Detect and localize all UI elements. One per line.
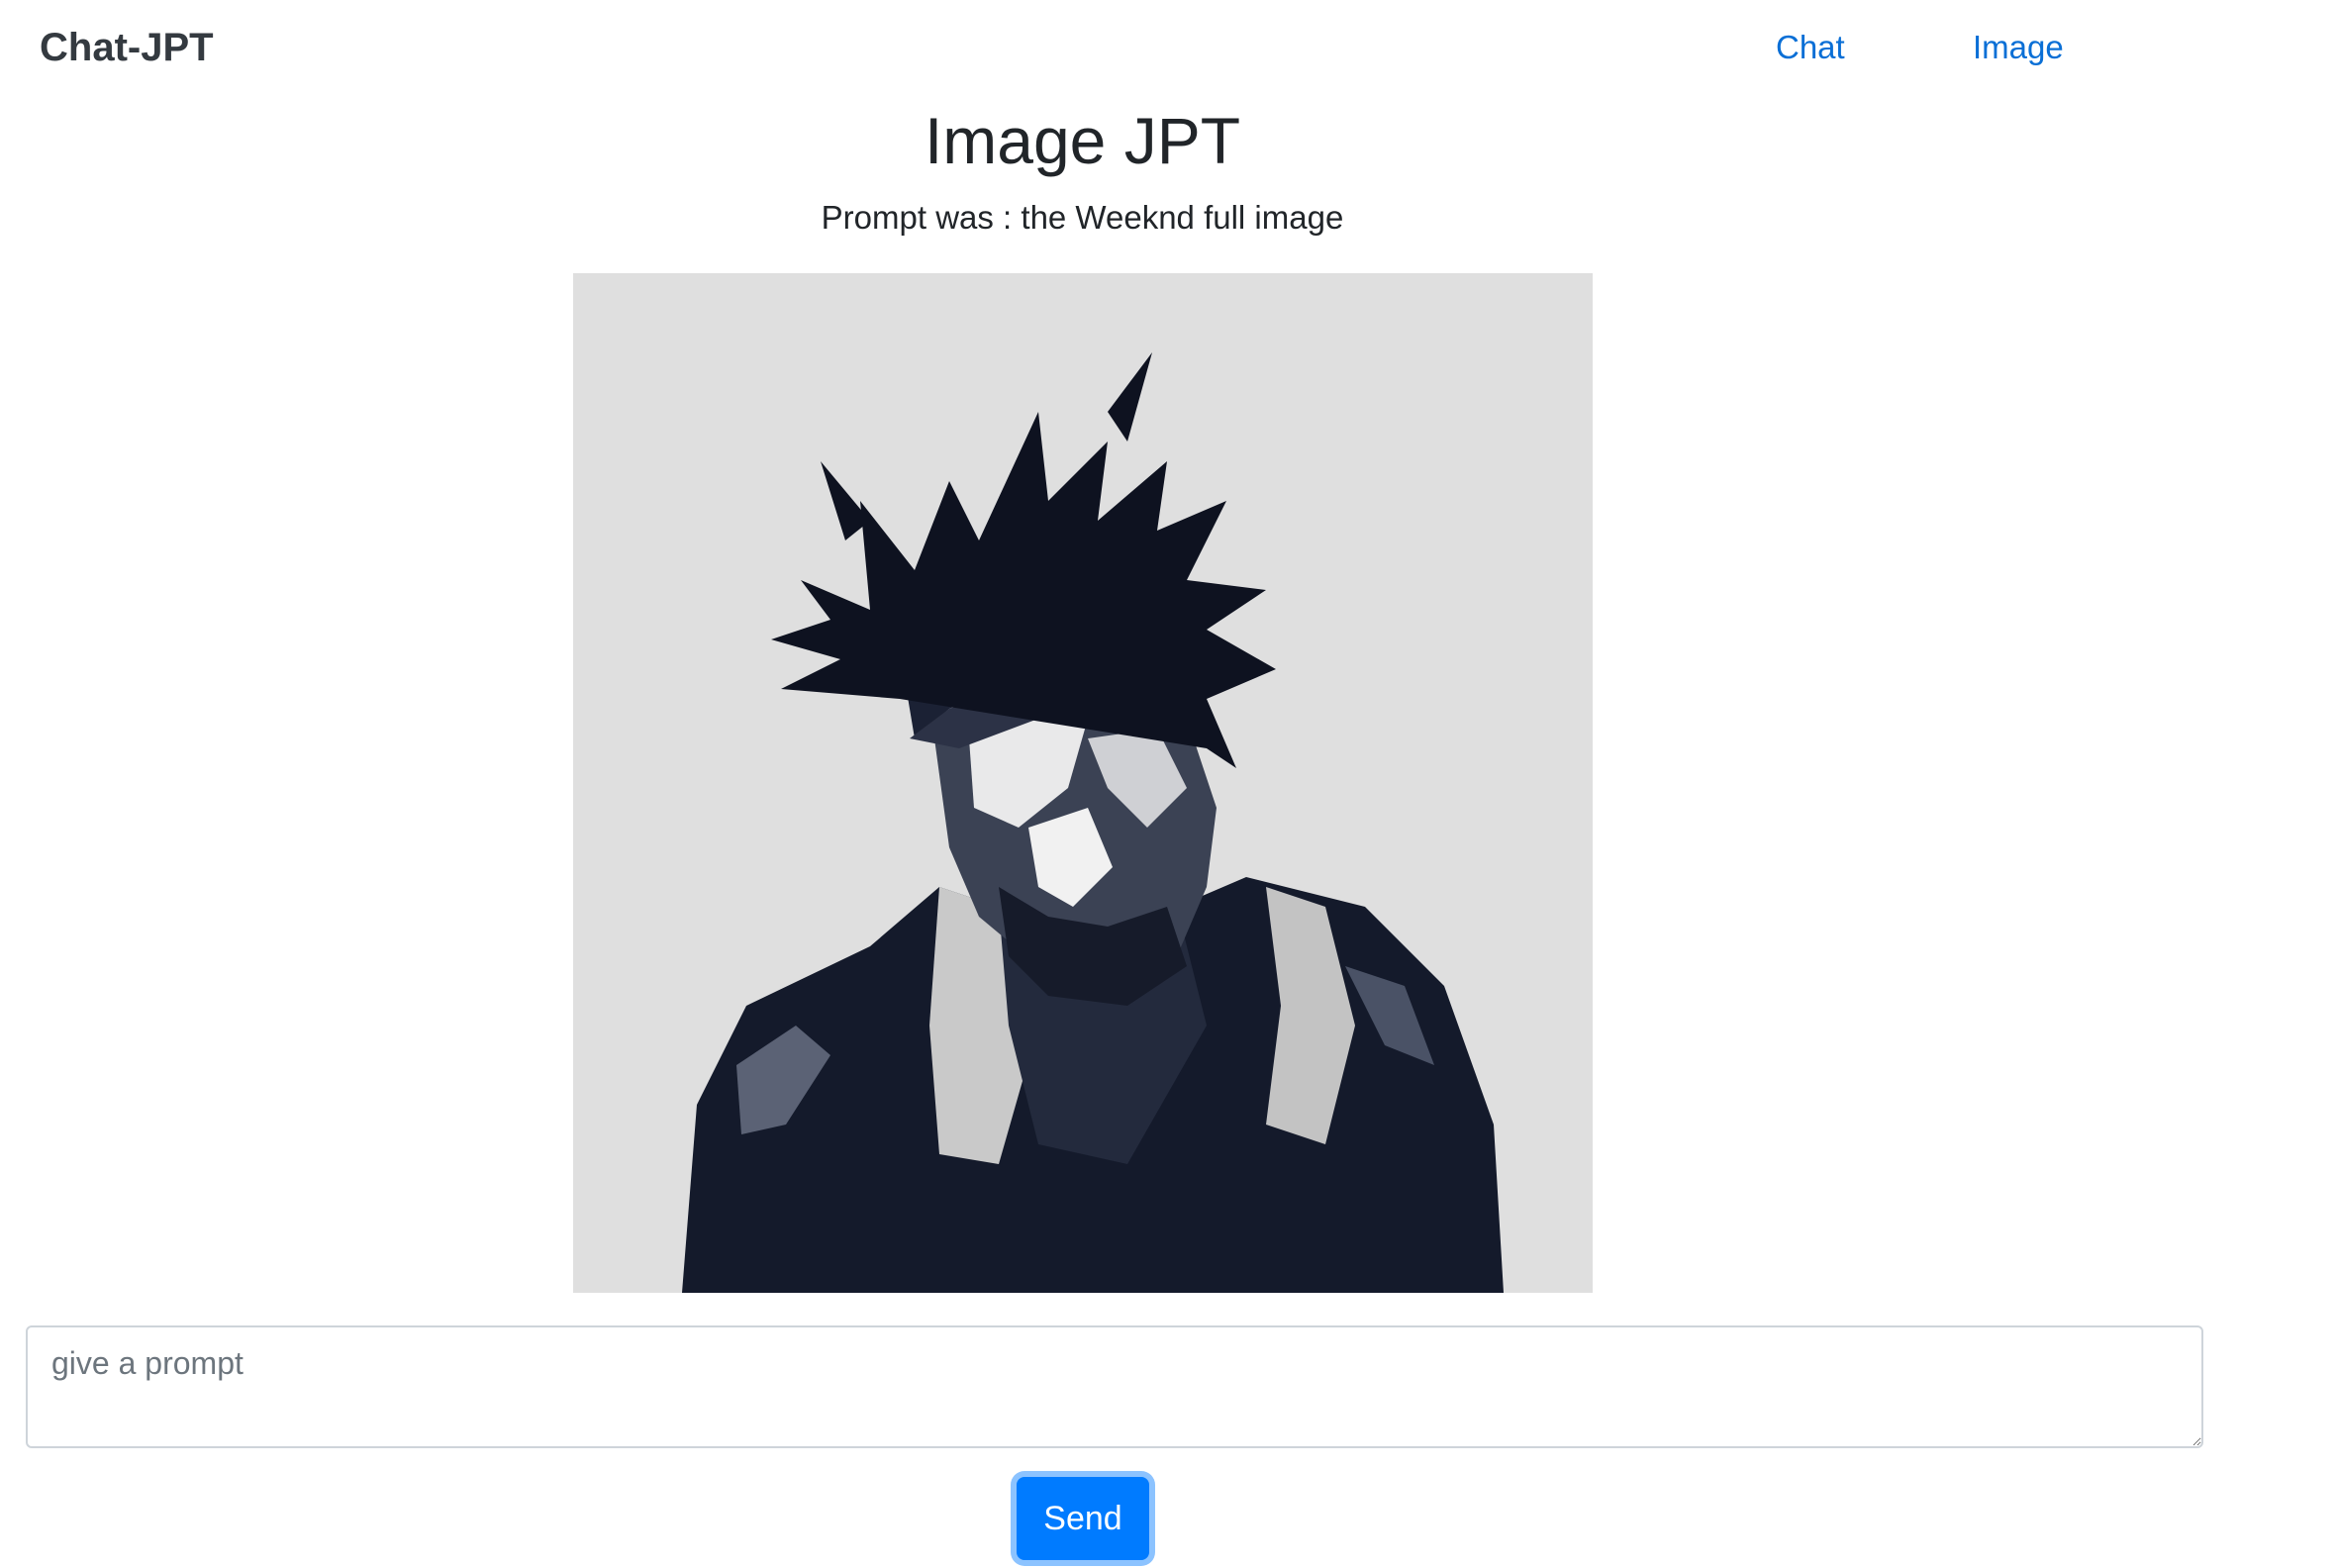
- page-title: Image JPT: [924, 104, 1241, 177]
- prompt-input[interactable]: [26, 1325, 2203, 1448]
- generated-portrait-illustration: [573, 273, 1593, 1293]
- generated-image: [573, 273, 1593, 1293]
- send-button[interactable]: Send: [1017, 1477, 1149, 1560]
- prompt-echo: Prompt was : the Weeknd full image: [821, 199, 1344, 236]
- brand-logo[interactable]: Chat-JPT: [40, 22, 214, 73]
- nav-link-chat[interactable]: Chat: [1776, 24, 1845, 71]
- nav-link-image[interactable]: Image: [1973, 24, 2064, 71]
- navbar: Chat-JPT Chat Image: [0, 0, 2338, 95]
